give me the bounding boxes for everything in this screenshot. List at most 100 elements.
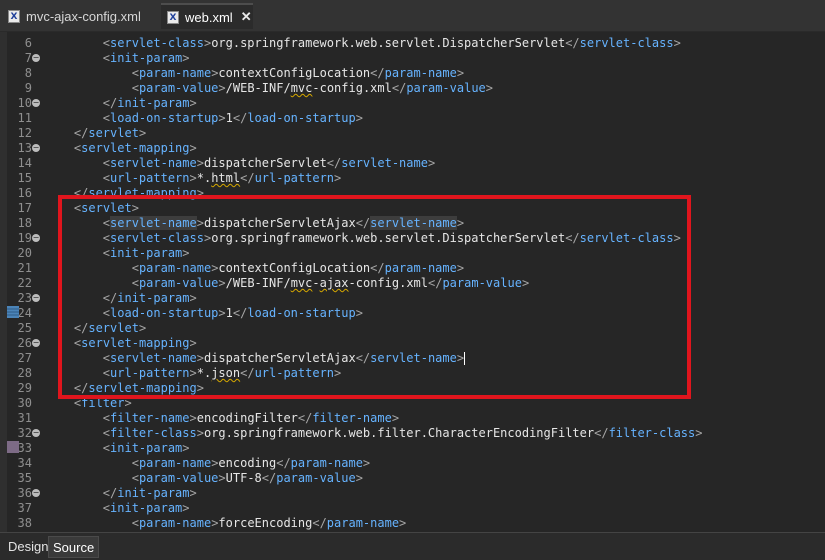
xml-punctuation: < xyxy=(102,501,111,515)
line-number: 27 xyxy=(17,351,32,365)
line-number: 20 xyxy=(17,246,32,260)
xml-tag-name: servlet-name xyxy=(110,156,197,170)
xml-punctuation: > xyxy=(196,156,204,170)
code-line[interactable]: 37 <init-param> xyxy=(0,501,825,516)
code-line[interactable]: 34 <param-name>encoding</param-name> xyxy=(0,456,825,471)
xml-punctuation: </ xyxy=(261,471,277,485)
xml-punctuation: < xyxy=(102,111,111,125)
tab-web-xml[interactable]: X web.xml ✕ xyxy=(161,3,253,29)
xml-punctuation: </ xyxy=(102,486,118,500)
code-text: <param-value>UTF-8</param-value> xyxy=(45,471,363,486)
xml-text: -config.xml xyxy=(312,81,392,95)
code-line[interactable]: 32− <filter-class>org.springframework.we… xyxy=(0,426,825,441)
xml-punctuation: < xyxy=(131,516,139,530)
code-line[interactable]: 33 <init-param> xyxy=(0,441,825,456)
line-number: 38 xyxy=(17,516,32,530)
line-number: 31 xyxy=(17,411,32,425)
code-line[interactable]: 11 <load-on-startup>1</load-on-startup> xyxy=(0,111,825,126)
fold-toggle-icon[interactable]: − xyxy=(32,234,40,242)
xml-punctuation: > xyxy=(196,426,204,440)
xml-tag-name: param-value xyxy=(138,471,219,485)
xml-text: dispatcherServlet xyxy=(203,156,327,170)
xml-punctuation: < xyxy=(102,411,111,425)
xml-punctuation: < xyxy=(102,36,111,50)
code-text: <load-on-startup>1</load-on-startup> xyxy=(45,111,363,126)
xml-tag-name: init-param xyxy=(110,441,183,455)
code-editor[interactable]: 6 <servlet-class>org.springframework.web… xyxy=(0,32,825,532)
line-number: 10 xyxy=(17,96,32,110)
xml-tag-name: load-on-startup xyxy=(110,111,219,125)
xml-punctuation: > xyxy=(485,81,494,95)
line-number: 36 xyxy=(17,486,32,500)
xml-tag-name: init-param xyxy=(110,501,183,515)
code-text: <param-name>contextConfigLocation</param… xyxy=(45,66,464,81)
xml-punctuation: </ xyxy=(240,171,255,185)
xml-punctuation: > xyxy=(695,426,703,440)
code-line[interactable]: 31 <filter-name>encodingFilter</filter-n… xyxy=(0,411,825,426)
tab-mvc-ajax-config[interactable]: X mvc-ajax-config.xml xyxy=(2,3,162,29)
xml-punctuation: < xyxy=(102,51,111,65)
code-line[interactable]: 6 <servlet-class>org.springframework.web… xyxy=(0,36,825,51)
line-number: 21 xyxy=(17,261,32,275)
fold-toggle-icon[interactable]: − xyxy=(32,339,40,347)
code-text: <filter-class>org.springframework.web.fi… xyxy=(45,426,703,441)
xml-tag-name: param-name xyxy=(138,66,212,80)
xml-tag-name: param-name xyxy=(138,516,212,530)
close-icon[interactable]: ✕ xyxy=(241,9,252,25)
tab-source[interactable]: Source xyxy=(48,536,100,558)
xml-punctuation: > xyxy=(189,96,197,110)
tab-design[interactable]: Design xyxy=(4,536,52,558)
line-number: 13 xyxy=(17,141,32,155)
xml-punctuation: < xyxy=(102,426,111,440)
code-line[interactable]: 38 <param-name>forceEncoding</param-name… xyxy=(0,516,825,531)
xml-punctuation: > xyxy=(399,516,407,530)
code-line[interactable]: 35 <param-value>UTF-8</param-value> xyxy=(0,471,825,486)
fold-toggle-icon[interactable]: − xyxy=(32,489,40,497)
xml-tag-name: servlet-class xyxy=(110,36,204,50)
code-text: <servlet-name>dispatcherServlet</servlet… xyxy=(45,156,435,171)
line-number: 6 xyxy=(24,36,32,50)
code-line[interactable]: 10− </init-param> xyxy=(0,96,825,111)
xml-tag-name: servlet-class xyxy=(579,36,674,50)
line-number: 7 xyxy=(24,51,32,65)
code-line[interactable]: 12 </servlet> xyxy=(0,126,825,141)
code-text: </init-param> xyxy=(45,486,197,501)
fold-toggle-icon[interactable]: − xyxy=(32,429,40,437)
line-number: 32 xyxy=(17,426,32,440)
line-number: 19 xyxy=(17,231,32,245)
xml-tag-name: param-name xyxy=(290,456,363,470)
xml-punctuation: </ xyxy=(391,81,407,95)
fold-toggle-icon[interactable]: − xyxy=(32,54,40,62)
code-line[interactable]: 36− </init-param> xyxy=(0,486,825,501)
xml-text: 1 xyxy=(225,111,233,125)
bookmark-marker-icon[interactable] xyxy=(7,306,19,318)
xml-punctuation: > xyxy=(334,171,342,185)
line-number: 11 xyxy=(17,111,32,125)
fold-toggle-icon[interactable]: − xyxy=(32,99,40,107)
xml-tag-name: servlet xyxy=(88,126,139,140)
xml-text: mvc xyxy=(290,81,313,95)
editor-mode-tabs: Design Source xyxy=(0,532,825,560)
code-line[interactable]: 15 <url-pattern>*.html</url-pattern> xyxy=(0,171,825,186)
marker-icon[interactable] xyxy=(7,441,19,453)
xml-punctuation: < xyxy=(131,81,139,95)
line-number: 18 xyxy=(17,216,32,230)
xml-tag-name: filter-name xyxy=(110,411,190,425)
code-line[interactable]: 9 <param-value>/WEB-INF/mvc-config.xml</… xyxy=(0,81,825,96)
xml-text: org.springframework.web.filter.Character… xyxy=(203,426,595,440)
code-line[interactable]: 7− <init-param> xyxy=(0,51,825,66)
xml-text: UTF-8 xyxy=(225,471,262,485)
code-line[interactable]: 13− <servlet-mapping> xyxy=(0,141,825,156)
fold-toggle-icon[interactable]: − xyxy=(32,144,40,152)
code-line[interactable]: 8 <param-name>contextConfigLocation</par… xyxy=(0,66,825,81)
fold-toggle-icon[interactable]: − xyxy=(32,294,40,302)
xml-punctuation: </ xyxy=(565,36,580,50)
code-line[interactable]: 14 <servlet-name>dispatcherServlet</serv… xyxy=(0,156,825,171)
